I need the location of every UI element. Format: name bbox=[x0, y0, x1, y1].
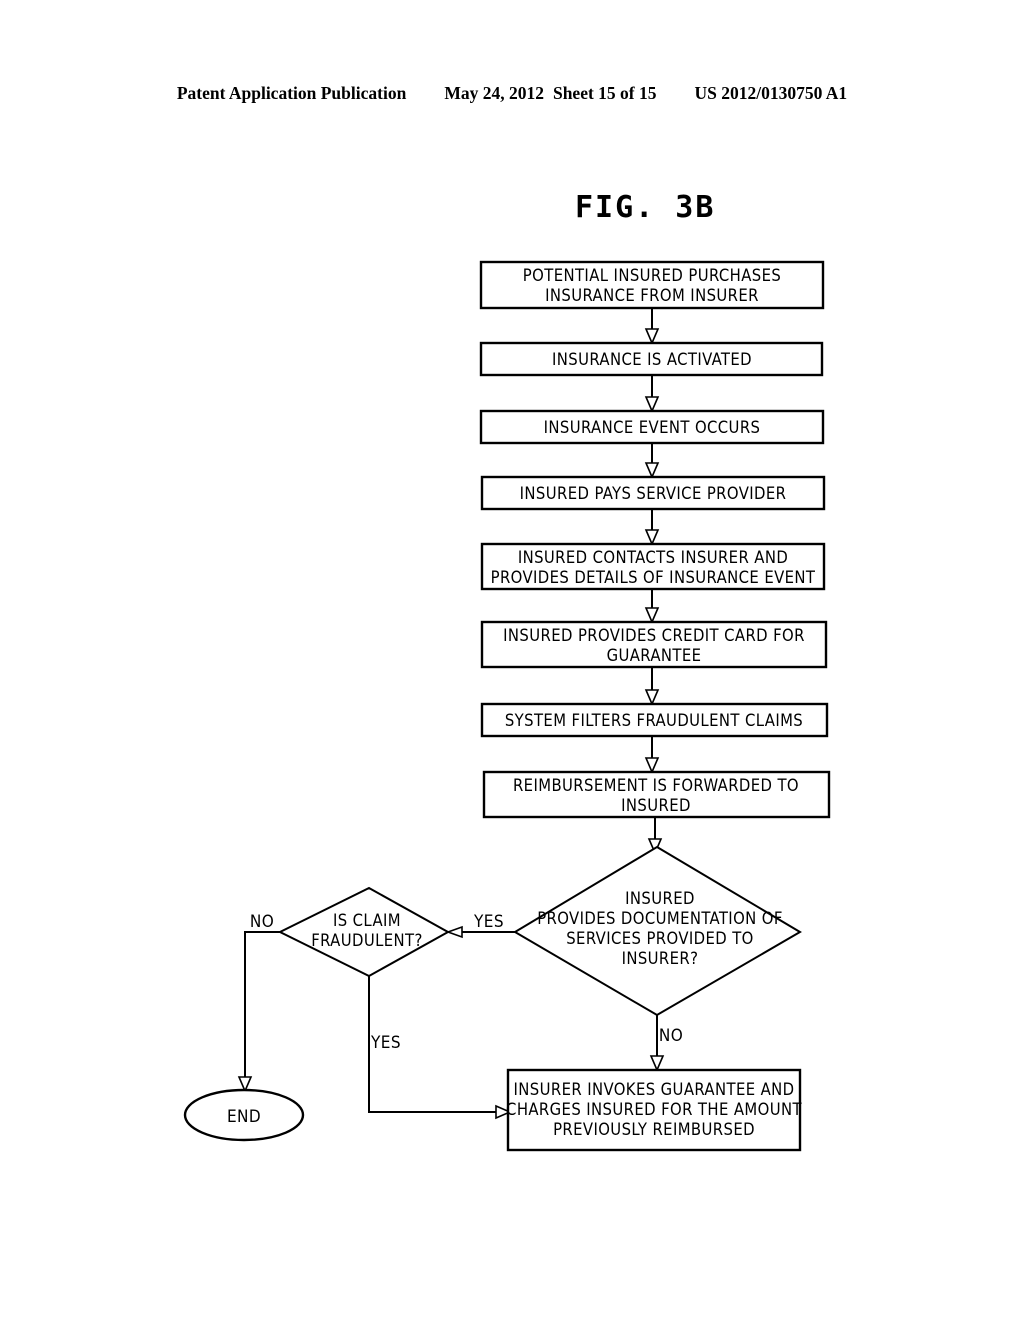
node-text-line: INSURED PROVIDES CREDIT CARD FOR bbox=[503, 626, 805, 645]
node-text-line: INSURER INVOKES GUARANTEE AND bbox=[514, 1080, 795, 1099]
node-insured-contacts-insurer[interactable]: INSURED CONTACTS INSURER AND PROVIDES DE… bbox=[480, 542, 826, 591]
connector-d2-end-no bbox=[244, 931, 280, 1083]
node-text-line: INSURANCE EVENT OCCURS bbox=[544, 418, 761, 437]
node-insurer-invokes-guarantee[interactable]: INSURER INVOKES GUARANTEE AND CHARGES IN… bbox=[506, 1068, 802, 1152]
edge-label-no-down: NO bbox=[659, 1026, 683, 1046]
node-text-line: CHARGES INSURED FOR THE AMOUNT bbox=[506, 1100, 802, 1119]
node-text-line: INSURED PAYS SERVICE PROVIDER bbox=[520, 484, 787, 503]
terminator-end[interactable]: END bbox=[183, 1088, 305, 1142]
arrowhead-n6-n7 bbox=[644, 689, 660, 707]
end-label: END bbox=[227, 1107, 261, 1127]
edge-label-yes-down: YES bbox=[370, 1033, 401, 1053]
node-text-line: INSURED bbox=[621, 796, 691, 815]
node-insurance-is-activated[interactable]: INSURANCE IS ACTIVATED bbox=[479, 341, 824, 377]
decision-text-line: PROVIDES DOCUMENTATION OF bbox=[537, 909, 783, 928]
node-text-line: PROVIDES DETAILS OF INSURANCE EVENT bbox=[491, 568, 816, 587]
node-insured-pays-service-provider[interactable]: INSURED PAYS SERVICE PROVIDER bbox=[480, 475, 826, 511]
node-text-line: SYSTEM FILTERS FRAUDULENT CLAIMS bbox=[505, 711, 803, 730]
node-text-line: PREVIOUSLY REIMBURSED bbox=[553, 1120, 755, 1139]
node-text-line: POTENTIAL INSURED PURCHASES bbox=[523, 266, 781, 285]
edge-label-no-left: NO bbox=[250, 912, 274, 932]
arrowhead-n5-n6 bbox=[644, 607, 660, 625]
arrowhead-n2-n3 bbox=[644, 396, 660, 414]
node-reimbursement-forwarded[interactable]: REIMBURSEMENT IS FORWARDED TO INSURED bbox=[482, 770, 831, 819]
node-text-line: INSURANCE IS ACTIVATED bbox=[552, 350, 752, 369]
decision-text-line: INSURED bbox=[625, 889, 695, 908]
node-text-line: GUARANTEE bbox=[607, 646, 702, 665]
flowchart-diagram: POTENTIAL INSURED PURCHASES INSURANCE FR… bbox=[183, 260, 831, 1152]
arrowhead-d1-d2-yes bbox=[445, 925, 463, 939]
node-potential-insured-purchases[interactable]: POTENTIAL INSURED PURCHASES INSURANCE FR… bbox=[479, 260, 825, 310]
decision-text-line: FRAUDULENT? bbox=[311, 931, 423, 950]
node-system-filters-fraudulent-claims[interactable]: SYSTEM FILTERS FRAUDULENT CLAIMS bbox=[480, 702, 829, 738]
node-text-line: INSURED CONTACTS INSURER AND bbox=[518, 548, 788, 567]
arrowhead-n4-n5 bbox=[644, 529, 660, 547]
arrowhead-d1-n9-no bbox=[649, 1055, 665, 1073]
decision-is-claim-fraudulent[interactable]: IS CLAIM FRAUDULENT? bbox=[277, 886, 451, 978]
arrowhead-n1-n2 bbox=[644, 328, 660, 346]
arrowhead-n7-n8 bbox=[644, 757, 660, 775]
edge-label-yes-right: YES bbox=[473, 912, 504, 932]
node-insurance-event-occurs[interactable]: INSURANCE EVENT OCCURS bbox=[479, 409, 825, 445]
decision-insured-provides-documentation[interactable]: INSURED PROVIDES DOCUMENTATION OF SERVIC… bbox=[513, 845, 802, 1017]
arrowhead-n3-n4 bbox=[644, 462, 660, 480]
node-text-line: INSURANCE FROM INSURER bbox=[545, 286, 759, 305]
node-insured-provides-credit-card[interactable]: INSURED PROVIDES CREDIT CARD FOR GUARANT… bbox=[480, 620, 828, 669]
node-text-line: REIMBURSEMENT IS FORWARDED TO bbox=[513, 776, 799, 795]
decision-text-line: IS CLAIM bbox=[333, 911, 401, 930]
decision-text-line: INSURER? bbox=[622, 949, 699, 968]
decision-text-line: SERVICES PROVIDED TO bbox=[566, 929, 754, 948]
